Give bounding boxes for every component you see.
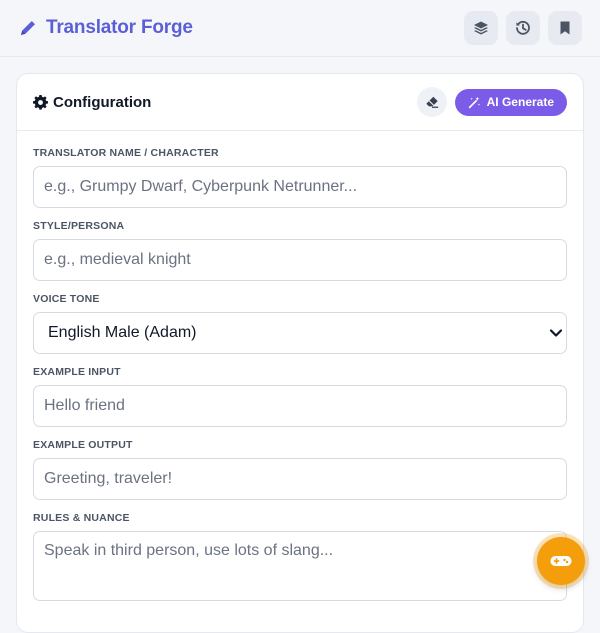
- app-title: Translator Forge: [46, 17, 193, 38]
- chevron-down-icon: [549, 329, 563, 337]
- history-icon: [516, 20, 530, 35]
- layers-icon: [474, 21, 488, 35]
- ai-generate-button[interactable]: AI Generate: [454, 88, 567, 116]
- brand: Translator Forge: [18, 17, 193, 39]
- translator-name-input[interactable]: [33, 166, 567, 208]
- configuration-card: Configuration AI Generate TRANSLATOR NAM…: [16, 73, 584, 633]
- card-title-group: Configuration: [33, 94, 151, 111]
- example-input-field[interactable]: [33, 385, 567, 427]
- field-translator-name: TRANSLATOR NAME / CHARACTER: [33, 145, 567, 208]
- clear-button[interactable]: [416, 87, 447, 117]
- game-fab-button[interactable]: [537, 537, 585, 585]
- bookmark-icon: [560, 21, 570, 35]
- style-input[interactable]: [33, 239, 567, 281]
- rules-label: RULES & NUANCE: [33, 512, 130, 524]
- translator-name-label: TRANSLATOR NAME / CHARACTER: [33, 147, 219, 159]
- style-label: STYLE/PERSONA: [33, 220, 125, 232]
- field-example-input: EXAMPLE INPUT: [33, 364, 567, 427]
- card-header: Configuration AI Generate: [17, 74, 583, 131]
- field-voice-tone: VOICE TONE English Male (Adam): [33, 291, 567, 354]
- example-output-field[interactable]: [33, 458, 567, 500]
- example-output-label: EXAMPLE OUTPUT: [33, 439, 133, 451]
- voice-tone-selected: English Male (Adam): [33, 312, 567, 354]
- ai-generate-label: AI Generate: [486, 95, 554, 109]
- field-rules: RULES & NUANCE: [33, 510, 567, 606]
- card-actions: AI Generate: [416, 87, 567, 117]
- app-header: Translator Forge: [0, 0, 600, 57]
- history-button[interactable]: [506, 11, 540, 45]
- configuration-form: TRANSLATOR NAME / CHARACTER STYLE/PERSON…: [17, 131, 583, 606]
- field-example-output: EXAMPLE OUTPUT: [33, 437, 567, 500]
- gear-icon: [33, 94, 48, 110]
- gamepad-icon: [550, 556, 572, 566]
- voice-tone-label: VOICE TONE: [33, 293, 100, 305]
- bookmark-button[interactable]: [548, 11, 582, 45]
- card-title: Configuration: [53, 93, 152, 111]
- example-input-label: EXAMPLE INPUT: [33, 366, 121, 378]
- eraser-icon: [425, 96, 438, 108]
- rules-textarea[interactable]: [33, 531, 567, 601]
- field-style: STYLE/PERSONA: [33, 218, 567, 281]
- magic-wand-icon: [468, 96, 480, 108]
- pencil-icon: [18, 18, 38, 38]
- header-actions: [464, 11, 582, 45]
- layers-button[interactable]: [464, 11, 498, 45]
- voice-tone-select[interactable]: English Male (Adam): [33, 312, 567, 354]
